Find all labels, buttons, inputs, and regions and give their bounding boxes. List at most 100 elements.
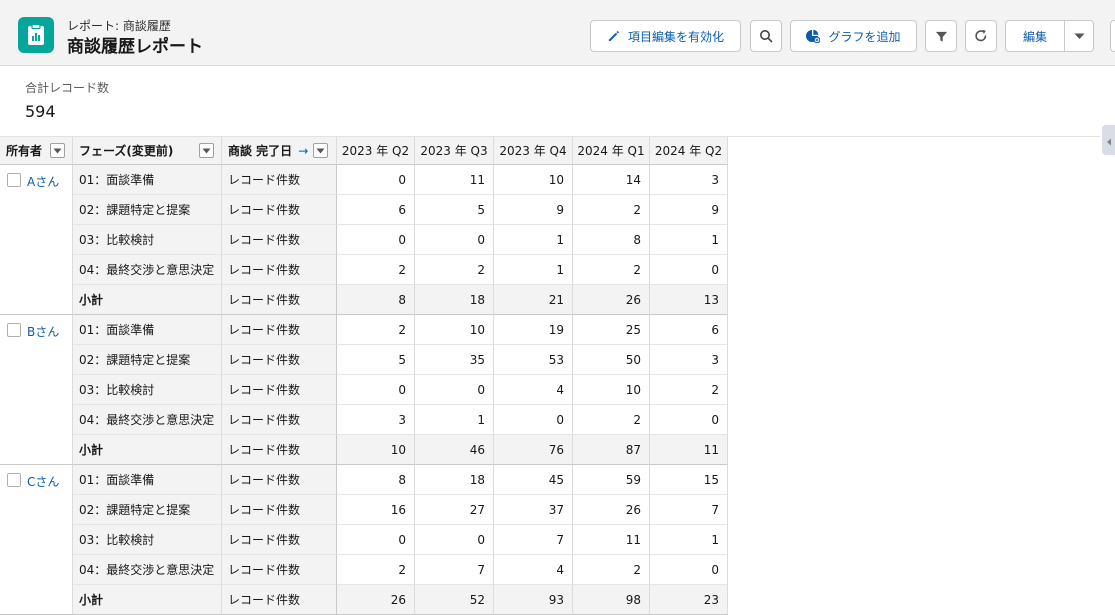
subtotal-value: 8 [337, 285, 415, 315]
value-cell: 7 [415, 555, 494, 585]
value-cell: 0 [337, 165, 415, 195]
value-cell: 2 [573, 195, 650, 225]
phase-cell: 04：最終交渉と意思決定 [73, 255, 222, 285]
refresh-button[interactable] [965, 20, 997, 52]
pencil-icon [607, 30, 620, 43]
value-cell: 1 [650, 525, 728, 555]
value-cell: 0 [415, 225, 494, 255]
value-cell: 2 [573, 555, 650, 585]
column-header-quarter: 2023 年 Q3 [415, 137, 494, 165]
metric-label: レコード件数 [222, 315, 337, 345]
value-cell: 2 [573, 255, 650, 285]
subtotal-value: 11 [650, 435, 728, 465]
value-cell: 3 [650, 345, 728, 375]
report-header: レポート: 商談履歴 商談履歴レポート 項目編集を有効化 グラフを追加 編集 [0, 0, 1115, 66]
value-cell: 18 [415, 465, 494, 495]
metric-label: レコード件数 [222, 585, 337, 615]
add-chart-label: グラフを追加 [828, 29, 901, 44]
search-button[interactable] [750, 20, 782, 52]
value-cell: 3 [650, 165, 728, 195]
value-cell: 2 [650, 375, 728, 405]
value-cell: 0 [650, 555, 728, 585]
phase-cell: 03：比較検討 [73, 225, 222, 255]
subtotal-value: 10 [337, 435, 415, 465]
subtotal-value: 98 [573, 585, 650, 615]
side-panel-toggle[interactable] [1102, 125, 1115, 155]
total-records-label: 合計レコード数 [25, 81, 110, 95]
filter-icon [935, 30, 948, 43]
value-cell: 37 [494, 495, 573, 525]
value-cell: 27 [415, 495, 494, 525]
metric-label: レコード件数 [222, 225, 337, 255]
subtotal-value: 23 [650, 585, 728, 615]
owner-group-cell: Aさん [0, 165, 73, 315]
subtotal-value: 46 [415, 435, 494, 465]
owner-checkbox[interactable] [7, 473, 21, 487]
owner-name-link[interactable]: Bさん [27, 323, 59, 340]
column-header-quarter: 2024 年 Q2 [650, 137, 728, 165]
subtotal-value: 21 [494, 285, 573, 315]
value-cell: 0 [337, 225, 415, 255]
value-cell: 53 [494, 345, 573, 375]
column-menu-phase[interactable] [199, 143, 214, 158]
subtotal-label: 小計 [73, 435, 222, 465]
subtotal-value: 13 [650, 285, 728, 315]
refresh-icon [974, 29, 988, 43]
value-cell: 2 [337, 555, 415, 585]
column-menu-owner[interactable] [50, 143, 65, 158]
value-cell: 50 [573, 345, 650, 375]
subtotal-value: 93 [494, 585, 573, 615]
metric-label: レコード件数 [222, 285, 337, 315]
owner-name-link[interactable]: Aさん [27, 173, 59, 190]
subtotal-label: 小計 [73, 585, 222, 615]
value-cell: 5 [337, 345, 415, 375]
column-header-phase-label: フェーズ(変更前) [79, 144, 174, 158]
metric-label: レコード件数 [222, 435, 337, 465]
metric-label: レコード件数 [222, 525, 337, 555]
value-cell: 59 [573, 465, 650, 495]
phase-cell: 03：比較検討 [73, 375, 222, 405]
chart-add-icon [806, 29, 821, 43]
owner-group-cell: Bさん [0, 315, 73, 465]
value-cell: 1 [415, 405, 494, 435]
subtotal-value: 26 [573, 285, 650, 315]
value-cell: 2 [573, 405, 650, 435]
value-cell: 4 [494, 555, 573, 585]
value-cell: 8 [573, 225, 650, 255]
metric-label: レコード件数 [222, 255, 337, 285]
value-cell: 9 [650, 195, 728, 225]
value-cell: 1 [650, 225, 728, 255]
value-cell: 11 [415, 165, 494, 195]
value-cell: 0 [337, 375, 415, 405]
phase-cell: 02：課題特定と提案 [73, 195, 222, 225]
filter-button[interactable] [925, 20, 957, 52]
value-cell: 35 [415, 345, 494, 375]
phase-cell: 01：面談準備 [73, 165, 222, 195]
owner-checkbox[interactable] [7, 323, 21, 337]
enable-field-edit-button[interactable]: 項目編集を有効化 [590, 20, 741, 52]
column-menu-close-date[interactable] [313, 143, 328, 158]
value-cell: 1 [494, 255, 573, 285]
value-cell: 1 [494, 225, 573, 255]
phase-cell: 02：課題特定と提案 [73, 345, 222, 375]
edit-button[interactable]: 編集 [1005, 20, 1065, 52]
value-cell: 10 [415, 315, 494, 345]
value-cell: 2 [337, 315, 415, 345]
add-chart-button[interactable]: グラフを追加 [790, 20, 917, 52]
metric-label: レコード件数 [222, 345, 337, 375]
owner-name-link[interactable]: Cさん [27, 473, 59, 490]
owner-checkbox[interactable] [7, 173, 21, 187]
edit-label: 編集 [1022, 29, 1047, 44]
report-icon [18, 17, 54, 53]
subtotal-value: 18 [415, 285, 494, 315]
edit-menu-button[interactable] [1064, 20, 1094, 52]
value-cell: 15 [650, 465, 728, 495]
phase-cell: 02：課題特定と提案 [73, 495, 222, 525]
value-cell: 0 [494, 405, 573, 435]
subtotal-value: 26 [337, 585, 415, 615]
value-cell: 2 [415, 255, 494, 285]
more-actions-button[interactable] [1110, 20, 1115, 52]
phase-cell: 03：比較検討 [73, 525, 222, 555]
phase-cell: 04：最終交渉と意思決定 [73, 405, 222, 435]
value-cell: 26 [573, 495, 650, 525]
